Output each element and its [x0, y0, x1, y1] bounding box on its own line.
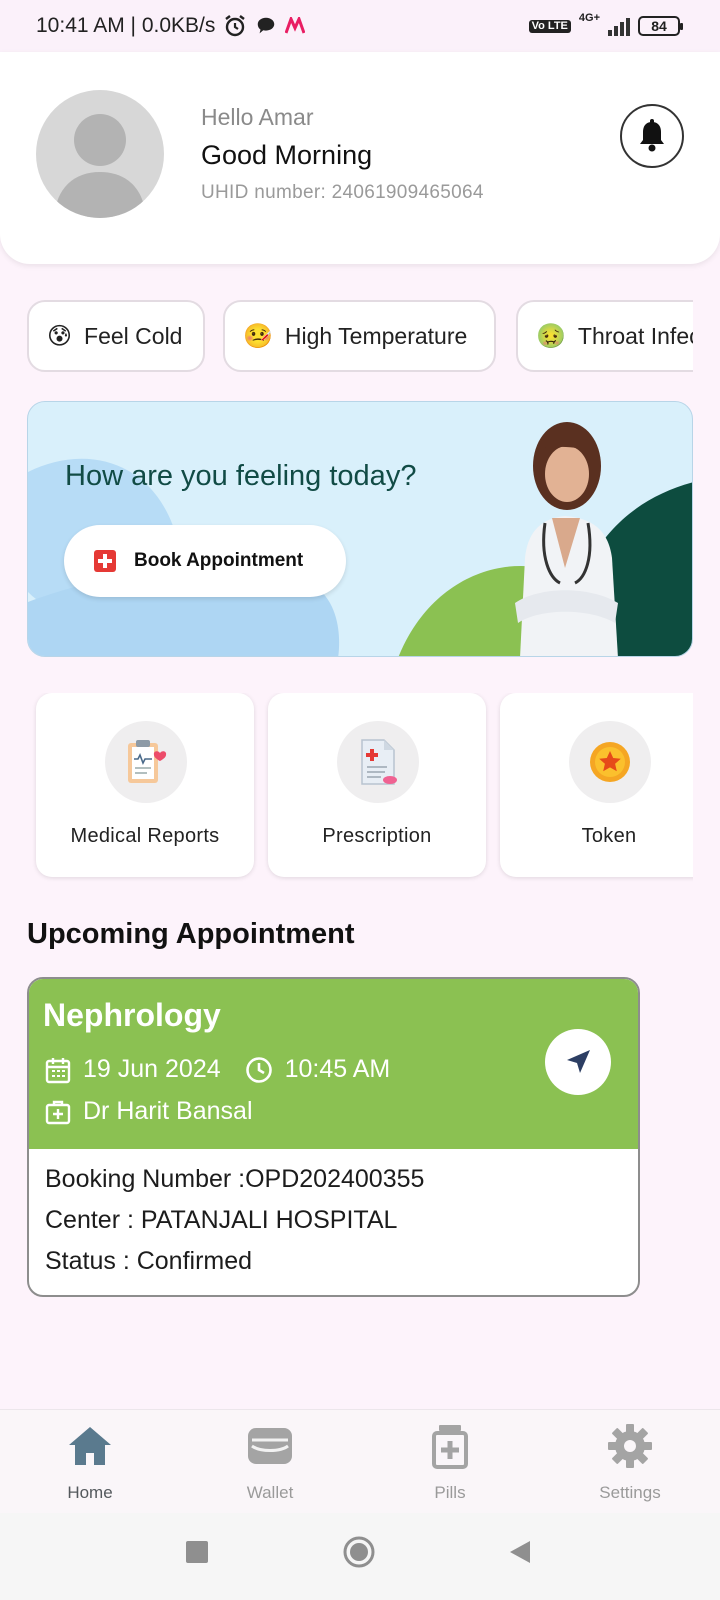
- battery-level: 84: [651, 18, 667, 34]
- banner-title: How are you feeling today?: [65, 460, 417, 492]
- appointment-card[interactable]: Nephrology 19 Jun 2024 10:45 AM Dr Harit…: [27, 977, 640, 1297]
- appointment-datetime: 19 Jun 2024 10:45 AM: [45, 1055, 390, 1084]
- nav-label: Settings: [599, 1483, 661, 1502]
- home-icon: [69, 1427, 111, 1465]
- bell-icon: [640, 119, 664, 152]
- symptom-chip[interactable]: 😰 Feel Cold: [27, 300, 205, 372]
- greeting-message: Good Morning: [201, 140, 373, 170]
- chat-bubble-icon: [258, 17, 275, 34]
- medical-reports-card[interactable]: Medical Reports: [36, 693, 254, 877]
- signal-icon: [608, 16, 630, 36]
- nav-item-wallet[interactable]: Wallet: [180, 1410, 360, 1514]
- fever-face-icon: 🤒: [243, 322, 273, 350]
- network-label: 4G+: [578, 12, 600, 24]
- battery-icon: 84: [638, 16, 683, 36]
- symptom-label: High Temperature: [284, 322, 468, 349]
- home-system-button[interactable]: [342, 1535, 376, 1569]
- uhid-number: UHID number: 24061909465064: [201, 182, 484, 203]
- quick-actions[interactable]: Medical Reports Prescription Token: [0, 693, 693, 883]
- pills-icon: [432, 1425, 468, 1469]
- doctor-illustration: [515, 422, 618, 656]
- appointment-time: 10:45 AM: [284, 1055, 391, 1083]
- nav-label: Pills: [434, 1483, 466, 1502]
- status-time-speed: 10:41 AM | 0.0KB/s: [36, 14, 216, 37]
- book-appointment-label: Book Appointment: [134, 550, 304, 571]
- prescription-icon: [361, 739, 397, 785]
- notifications-button[interactable]: [620, 104, 684, 168]
- nav-item-pills[interactable]: Pills: [360, 1410, 540, 1514]
- anxious-face-icon: 😰: [47, 322, 73, 350]
- clock-icon: [245, 1056, 272, 1083]
- book-appointment-button[interactable]: Book Appointment: [64, 525, 346, 597]
- alarm-icon: [225, 15, 246, 37]
- medical-report-icon: [128, 740, 167, 783]
- medical-bag-icon: [45, 1100, 71, 1124]
- profile-header: Hello Amar Good Morning UHID number: 240…: [0, 52, 720, 264]
- appointment-status: Status : Confirmed: [45, 1247, 253, 1275]
- feeling-banner: How are you feeling today? Book Appointm…: [27, 401, 693, 657]
- settings-icon: [608, 1424, 652, 1468]
- symptom-label: Feel Cold: [84, 322, 183, 349]
- wallet-icon: [248, 1428, 292, 1464]
- token-card[interactable]: Token: [500, 693, 693, 877]
- appointment-department: Nephrology: [43, 997, 221, 1033]
- person-icon: [54, 114, 146, 218]
- back-button[interactable]: [508, 1539, 532, 1565]
- navigation-arrow-icon: [567, 1050, 590, 1073]
- nav-item-home[interactable]: Home: [0, 1410, 180, 1514]
- medical-cross-icon: [94, 550, 116, 572]
- nauseated-face-icon: 🤢: [536, 322, 566, 350]
- action-label: Medical Reports: [70, 825, 220, 847]
- symptom-label: Throat Infection: [577, 322, 693, 349]
- greeting-hello: Hello Amar: [201, 104, 314, 130]
- appointment-date: 19 Jun 2024: [83, 1055, 221, 1083]
- nav-label: Home: [67, 1483, 113, 1502]
- appointment-doctor-row: Dr Harit Bansal: [45, 1097, 253, 1126]
- prescription-card[interactable]: Prescription: [268, 693, 486, 877]
- avatar[interactable]: [36, 90, 164, 218]
- volte-badge: Vo LTE: [528, 19, 571, 33]
- appointment-center: Center : PATANJALI HOSPITAL: [45, 1206, 398, 1234]
- nav-item-settings[interactable]: Settings: [540, 1410, 720, 1514]
- booking-number: Booking Number :OPD202400355: [45, 1165, 425, 1193]
- directions-button[interactable]: [545, 1029, 611, 1095]
- appointment-header: Nephrology 19 Jun 2024 10:45 AM Dr Harit…: [29, 979, 638, 1149]
- system-navigation-bar: [0, 1513, 720, 1600]
- recent-apps-button[interactable]: [185, 1539, 209, 1565]
- nav-label: Wallet: [246, 1483, 294, 1502]
- myntra-icon: [285, 17, 306, 34]
- status-bar: 10:41 AM | 0.0KB/s Vo LTE 4G+ 84: [0, 0, 720, 52]
- token-icon: [590, 742, 630, 782]
- symptom-chip[interactable]: 🤒 High Temperature: [223, 300, 496, 372]
- section-title: Upcoming Appointment: [27, 918, 355, 950]
- calendar-icon: [45, 1057, 71, 1083]
- symptom-chip[interactable]: 🤢 Throat Infection: [516, 300, 693, 372]
- action-label: Prescription: [322, 825, 432, 847]
- symptom-chips[interactable]: 😰 Feel Cold 🤒 High Temperature 🤢 Throat …: [0, 300, 693, 376]
- appointment-doctor: Dr Harit Bansal: [83, 1097, 253, 1125]
- bottom-navigation: Home Wallet Pills Settings: [0, 1409, 720, 1513]
- action-label: Token: [581, 825, 637, 847]
